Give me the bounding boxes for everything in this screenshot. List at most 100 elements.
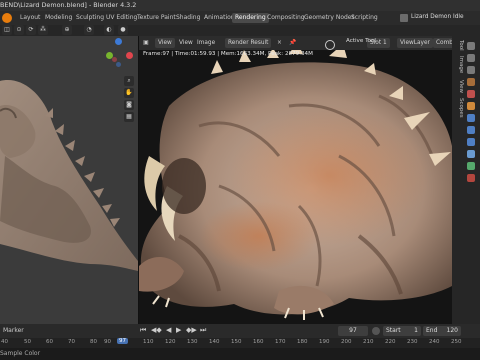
sidebar-tab-scopes[interactable]: Scopes	[454, 98, 464, 118]
use-preview-range-icon[interactable]	[372, 327, 380, 335]
world-properties-icon[interactable]	[467, 90, 475, 98]
material-properties-icon[interactable]	[467, 174, 475, 182]
status-bar: Sample Color	[0, 348, 480, 360]
marker-menu[interactable]: Marker	[3, 327, 24, 334]
play-icon[interactable]: ▶	[176, 326, 181, 334]
ruler-tick: 120	[165, 339, 176, 345]
sidebar-tab-view[interactable]: View	[454, 80, 464, 93]
ruler-tick: 240	[429, 339, 440, 345]
zoom-icon[interactable]: ⌕	[124, 76, 134, 86]
overlay-icon[interactable]: ◐	[104, 25, 114, 35]
end-value: 120	[446, 327, 458, 334]
tab-layout[interactable]: Layout	[17, 13, 43, 23]
ruler-tick: 60	[46, 339, 53, 345]
window-title: BEND\Lizard Demon.blend] - Blender 4.3.2	[0, 1, 137, 9]
view-menu[interactable]: View	[179, 38, 193, 48]
camera-view-icon[interactable]: ◙	[124, 100, 134, 110]
ruler-tick: 70	[68, 339, 75, 345]
jump-keyframe-forward-icon[interactable]: ◆▶	[186, 326, 197, 334]
pivot-icon[interactable]: ⁂	[38, 25, 48, 35]
object-properties-icon[interactable]	[467, 102, 475, 110]
navigation-gizmo[interactable]	[104, 38, 134, 68]
status-text: Sample Color	[0, 350, 41, 357]
image-editor-type-icon[interactable]: ▣	[141, 38, 151, 48]
active-tool-label[interactable]: Active Tool	[346, 38, 376, 44]
physics-properties-icon[interactable]	[467, 138, 475, 146]
gizmo-z-axis-icon[interactable]	[115, 38, 122, 45]
ruler-tick: 190	[319, 339, 330, 345]
workspace-bar: Layout Modeling Sculpting UV Editing Tex…	[0, 11, 480, 25]
tab-shading[interactable]: Shading	[173, 13, 203, 23]
shading-icon[interactable]: ●	[118, 25, 128, 35]
blender-logo-icon[interactable]	[2, 13, 12, 23]
render-info-text: Frame:97 | Time:01:59.93 | Mem:1663.34M,…	[143, 51, 313, 57]
view-mode-dropdown[interactable]: View	[155, 38, 175, 48]
close-image-icon[interactable]: ×	[277, 38, 282, 48]
ruler-tick: 110	[143, 339, 154, 345]
image-menu[interactable]: Image	[197, 38, 215, 48]
jump-start-icon[interactable]: ⏮	[140, 326, 146, 335]
editor-type-icon[interactable]: ◫	[2, 25, 12, 35]
scene-properties-icon[interactable]	[467, 78, 475, 86]
play-reverse-icon[interactable]: ◀	[166, 326, 171, 334]
ruler-tick: 130	[187, 339, 198, 345]
view-layer-dropdown[interactable]: ViewLayer	[397, 38, 433, 48]
ruler-tick: 230	[407, 339, 418, 345]
jump-keyframe-back-icon[interactable]: ◀◆	[151, 326, 162, 334]
viewport-sculpt-render	[0, 80, 138, 271]
ruler-tick: 50	[24, 339, 31, 345]
tab-texture-paint[interactable]: Texture Paint	[134, 13, 179, 23]
start-label: Start	[386, 327, 401, 334]
data-properties-icon[interactable]	[467, 162, 475, 170]
tab-sculpting[interactable]: Sculpting	[73, 13, 107, 23]
start-frame-field[interactable]: Start 1	[383, 326, 421, 336]
pin-icon[interactable]: 📌	[289, 38, 296, 48]
end-frame-field[interactable]: End 120	[423, 326, 461, 336]
image-editor-viewport[interactable]	[139, 36, 452, 324]
constraints-properties-icon[interactable]	[467, 150, 475, 158]
output-properties-icon[interactable]	[467, 54, 475, 62]
ruler-tick: 180	[297, 339, 308, 345]
sidebar-tab-image[interactable]: Image	[454, 56, 464, 73]
ruler-tick: 150	[231, 339, 242, 345]
render-result-image	[139, 42, 452, 320]
proportional-edit-icon[interactable]: ◔	[84, 25, 94, 35]
tab-modeling[interactable]: Modeling	[42, 13, 75, 23]
image-editor-header: ▣ View View Image Render Result × 📌 Slot…	[139, 36, 458, 50]
snap-icon[interactable]: ⊕	[62, 25, 72, 35]
jump-end-icon[interactable]: ⏭	[200, 326, 206, 335]
view-layer-properties-icon[interactable]	[467, 66, 475, 74]
timeline-header: Marker ⏮ ◀◆ ◀ ▶ ◆▶ ⏭ 97 Start 1 End 120	[0, 324, 480, 338]
current-frame-indicator[interactable]: 97	[117, 338, 128, 344]
scene-icon[interactable]	[400, 14, 408, 22]
modifier-properties-icon[interactable]	[467, 114, 475, 122]
grid-toggle-icon[interactable]: ▦	[124, 112, 134, 122]
timeline-ruler[interactable]: 40 50 60 70 80 90 97 110 120 130 140 150…	[0, 338, 480, 348]
render-properties-icon[interactable]	[467, 42, 475, 50]
ruler-tick: 200	[341, 339, 352, 345]
current-frame-field[interactable]: 97	[338, 326, 368, 336]
scene-name-field[interactable]: Lizard Demon Idle	[411, 12, 480, 23]
object-mode-icon[interactable]: ⊙	[14, 25, 24, 35]
transform-orientation-icon[interactable]: ⟳	[26, 25, 36, 35]
sample-tool-icon[interactable]	[325, 40, 335, 50]
ruler-tick: 90	[104, 339, 111, 345]
ruler-tick: 160	[253, 339, 264, 345]
ruler-tick: 170	[275, 339, 286, 345]
ruler-tick: 40	[1, 339, 8, 345]
gizmo-neg-x-icon[interactable]	[112, 57, 117, 62]
image-selector[interactable]: Render Result	[225, 38, 272, 48]
n-panel-sidebar: Tool Image View Scopes	[452, 36, 480, 324]
gizmo-neg-z-icon[interactable]	[116, 62, 121, 67]
editor-header-row: ◫ ⊙ ⟳ ⁂ ⊕ ◔ ◐ ●	[0, 25, 480, 36]
start-value: 1	[414, 327, 418, 334]
sidebar-tab-tool[interactable]: Tool	[454, 40, 464, 51]
particles-properties-icon[interactable]	[467, 126, 475, 134]
pan-hand-icon[interactable]: ✋	[124, 88, 134, 98]
ruler-tick: 220	[385, 339, 396, 345]
gizmo-x-axis-icon[interactable]	[126, 52, 133, 59]
ruler-tick: 80	[90, 339, 97, 345]
ruler-tick: 140	[209, 339, 220, 345]
tab-scripting[interactable]: Scripting	[348, 13, 381, 23]
3d-viewport[interactable]: ⌕ ✋ ◙ ▦	[0, 36, 138, 324]
